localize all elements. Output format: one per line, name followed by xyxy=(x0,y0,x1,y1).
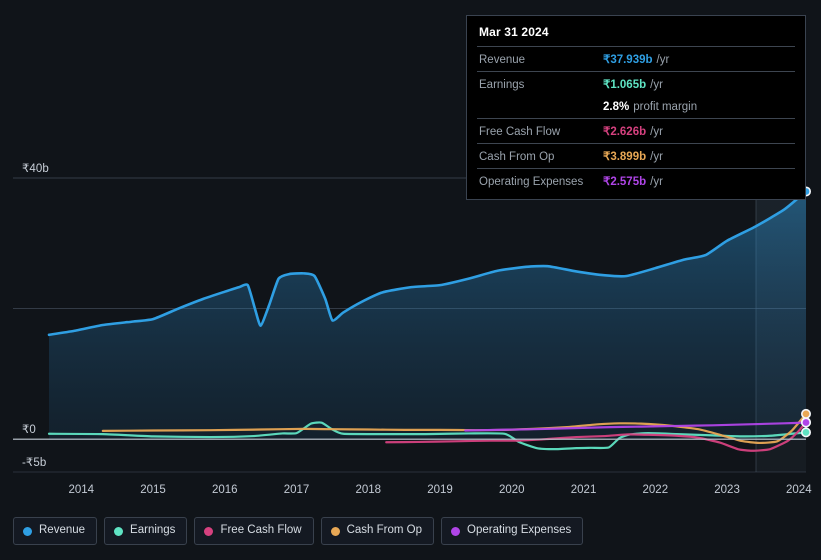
y-axis-tick-0: ₹0 xyxy=(22,424,36,437)
tooltip-row-label: Operating Expenses xyxy=(479,176,584,188)
tooltip-row-label: Cash From Op xyxy=(479,151,555,163)
series-lines xyxy=(47,190,808,452)
tooltip-row: Earnings ₹1.065b/yr xyxy=(477,71,795,96)
revenue-tooltip: Mar 31 2024 Revenue ₹37.939b/yr Earnings ₹1… xyxy=(466,15,806,200)
legend-item-revenue[interactable]: Revenue xyxy=(13,517,98,545)
tooltip-row-value: 2.8% xyxy=(603,101,630,113)
legend-color-dot-icon xyxy=(114,526,124,536)
tooltip-row: Free Cash Flow ₹2.626b/yr xyxy=(477,118,795,143)
tooltip-row-unit: /yr xyxy=(650,126,663,138)
x-axis-tick-2015: 2015 xyxy=(140,484,166,496)
x-axis-tick-2017: 2017 xyxy=(283,484,310,496)
tooltip-row-label: Free Cash Flow xyxy=(479,126,561,138)
legend-item-cash-from-op[interactable]: Cash From Op xyxy=(320,517,435,545)
tooltip-row-label: Revenue xyxy=(479,54,526,66)
legend-color-dot-icon xyxy=(330,526,340,536)
chart-legend: Revenue Earnings Free Cash Flow Cash From O… xyxy=(13,517,584,545)
tooltip-row: Cash From Op ₹3.899b/yr xyxy=(477,143,795,168)
tooltip-row-unit: /yr xyxy=(650,79,663,91)
x-axis-tick-2016: 2016 xyxy=(211,484,238,496)
y-axis-tick-40: ₹40b xyxy=(22,163,49,175)
tooltip-row-label: Earnings xyxy=(479,79,525,91)
tooltip-row: 2.8% profit margin xyxy=(477,96,795,118)
legend-color-dot-icon xyxy=(451,526,461,536)
legend-color-dot-icon xyxy=(204,526,214,536)
x-axis-tick-2022: 2022 xyxy=(642,484,669,496)
tooltip-date: Mar 31 2024 xyxy=(479,25,549,39)
tooltip-row-unit: /yr xyxy=(650,151,663,163)
tooltip-row: Operating Expenses ₹2.575b/yr xyxy=(477,168,795,193)
tooltip-row-unit: /yr xyxy=(656,54,670,66)
legend-item-label: Free Cash Flow xyxy=(220,524,302,537)
legend-item-earnings[interactable]: Earnings xyxy=(104,517,188,545)
x-axis-tick-2024: 2024 xyxy=(786,484,812,496)
tooltip-row-value: ₹1.065b xyxy=(603,79,647,91)
x-axis-tick-2014: 2014 xyxy=(68,484,95,496)
x-axis-tick-2023: 2023 xyxy=(714,484,740,496)
legend-item-label: Earnings xyxy=(130,524,176,537)
legend-item-free-cash-flow[interactable]: Free Cash Flow xyxy=(194,517,314,545)
tooltip-row-unit: profit margin xyxy=(633,101,698,113)
legend-item-label: Revenue xyxy=(39,524,86,537)
legend-item-label: Cash From Op xyxy=(346,524,423,537)
tooltip-row-value: ₹2.626b xyxy=(603,126,647,138)
legend-item-label: Operating Expenses xyxy=(467,524,572,537)
x-axis-tick-2020: 2020 xyxy=(499,484,525,496)
x-axis-tick-2021: 2021 xyxy=(570,484,597,496)
tooltip-row-value: ₹2.575b xyxy=(603,176,647,188)
tooltip-row-unit: /yr xyxy=(650,176,663,188)
x-axis-tick-2019: 2019 xyxy=(427,484,453,496)
tooltip-row-value: ₹3.899b xyxy=(603,151,647,163)
legend-color-dot-icon xyxy=(23,526,32,536)
legend-item-operating-expenses[interactable]: Operating Expenses xyxy=(441,517,584,545)
x-axis-tick-2018: 2018 xyxy=(355,484,382,496)
y-axis-tick-neg5: -₹5b xyxy=(22,457,47,469)
tooltip-row-value: ₹37.939b xyxy=(603,54,653,66)
tooltip-row: Revenue ₹37.939b/yr xyxy=(477,46,795,71)
